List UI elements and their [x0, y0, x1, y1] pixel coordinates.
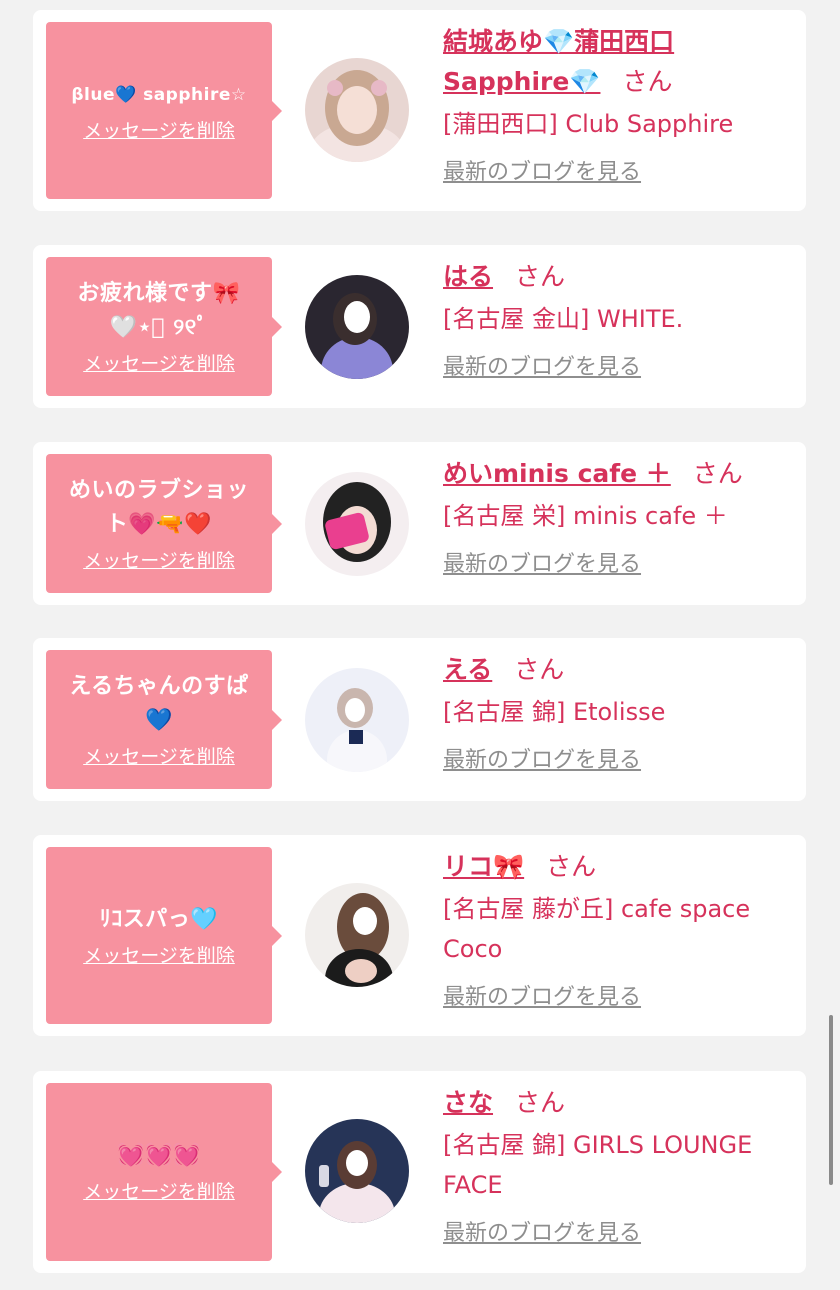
avatar[interactable]: [305, 668, 409, 772]
girl-name-line1[interactable]: 結城あゆ💎蒲田西口: [443, 27, 674, 56]
girl-name-link[interactable]: リコ🎀: [443, 852, 524, 881]
shop-line1: [名古屋 藤が丘] cafe space: [443, 895, 751, 923]
message-bubble: えるちゃんのすぱ 💙 メッセージを削除: [46, 650, 282, 789]
message-text: 💓💓💓: [117, 1143, 201, 1168]
shop-line2: FACE: [443, 1171, 503, 1199]
latest-blog-link[interactable]: 最新のブログを見る: [443, 154, 641, 186]
honorific: さん: [515, 262, 566, 291]
shop-line2: Coco: [443, 935, 503, 963]
delete-message-link[interactable]: メッセージを削除: [83, 943, 235, 969]
delete-message-link[interactable]: メッセージを削除: [83, 118, 235, 144]
avatar[interactable]: [305, 58, 409, 162]
message-line2: 🤍⋆͛ ୨୧ﾟ: [109, 314, 209, 340]
message-text: お疲れ様です🎀 🤍⋆͛ ୨୧ﾟ: [78, 277, 241, 345]
girl-name-link[interactable]: える: [443, 655, 492, 684]
message-line1: えるちゃんのすぱ: [69, 673, 249, 699]
latest-blog-link[interactable]: 最新のブログを見る: [443, 349, 641, 381]
message-line1: お疲れ様です🎀: [77, 280, 241, 306]
delete-message-link[interactable]: メッセージを削除: [83, 1179, 235, 1205]
message-bubble: ﾘｺスパっ🩵 メッセージを削除: [46, 847, 282, 1024]
honorific: さん: [515, 1088, 566, 1117]
message-line2: 💙: [145, 707, 173, 733]
shop-name: [名古屋 錦] GIRLS LOUNGE FACE: [443, 1125, 792, 1205]
message-bubble: お疲れ様です🎀 🤍⋆͛ ୨୧ﾟ メッセージを削除: [46, 257, 282, 396]
honorific: さん: [692, 459, 743, 488]
avatar[interactable]: [305, 275, 409, 379]
message-text: えるちゃんのすぱ 💙: [69, 670, 248, 738]
message-card: えるちゃんのすぱ 💙 メッセージを削除 える さん [名古屋 錦] Etoliss…: [33, 638, 806, 801]
message-bubble: 💓💓💓 メッセージを削除: [46, 1083, 282, 1261]
honorific: さん: [622, 67, 673, 96]
message-text: βlue💙 sapphire☆: [71, 84, 247, 105]
latest-blog-link[interactable]: 最新のブログを見る: [443, 546, 641, 578]
message-text: ﾘｺスパっ🩵: [99, 906, 219, 932]
honorific: さん: [546, 852, 597, 881]
girl-name-line2[interactable]: Sapphire💎: [443, 67, 600, 96]
message-card: ﾘｺスパっ🩵 メッセージを削除 リコ🎀 さん [名古屋 藤が丘] cafe spa…: [33, 835, 806, 1036]
message-card: めいのラブショッ ト💗🔫❤️ メッセージを削除 めいminis cafe ＋ さん…: [33, 442, 806, 605]
message-bubble: βlue💙 sapphire☆ メッセージを削除: [46, 22, 282, 199]
avatar[interactable]: [305, 472, 409, 576]
girl-name-link[interactable]: さな: [443, 1088, 493, 1117]
girl-info: さな さん [名古屋 錦] GIRLS LOUNGE FACE 最新のブログを見る: [443, 1083, 792, 1247]
shop-name: [名古屋 錦] Etolisse: [443, 698, 666, 726]
avatar[interactable]: [305, 1119, 409, 1223]
avatar[interactable]: [305, 883, 409, 987]
shop-name: [名古屋 栄] minis cafe ＋: [443, 502, 728, 530]
message-card: お疲れ様です🎀 🤍⋆͛ ୨୧ﾟ メッセージを削除 はる さん [名古屋 金山] W…: [33, 245, 806, 408]
delete-message-link[interactable]: メッセージを削除: [83, 744, 235, 770]
latest-blog-link[interactable]: 最新のブログを見る: [443, 1215, 641, 1247]
latest-blog-link[interactable]: 最新のブログを見る: [443, 979, 641, 1011]
girl-info: える さん [名古屋 錦] Etolisse 最新のブログを見る: [443, 650, 792, 774]
shop-line1: [名古屋 錦] GIRLS LOUNGE: [443, 1131, 753, 1159]
girl-info: リコ🎀 さん [名古屋 藤が丘] cafe space Coco 最新のブログを見…: [443, 847, 792, 1011]
girl-name-link[interactable]: はる: [443, 262, 493, 291]
shop-name: [名古屋 藤が丘] cafe space Coco: [443, 889, 792, 969]
girl-name-link[interactable]: めいminis cafe ＋: [443, 459, 671, 488]
girl-info: はる さん [名古屋 金山] WHITE. 最新のブログを見る: [443, 257, 792, 381]
scrollbar[interactable]: [829, 1015, 833, 1185]
message-card: βlue💙 sapphire☆ メッセージを削除 結城あゆ💎蒲田西口 Sapphi…: [33, 10, 806, 211]
girl-info: めいminis cafe ＋ さん [名古屋 栄] minis cafe ＋ 最新…: [443, 454, 792, 578]
message-card: 💓💓💓 メッセージを削除 さな さん [名古屋 錦] GIRLS LOUNGE F…: [33, 1071, 806, 1273]
shop-name: [蒲田西口] Club Sapphire: [443, 110, 734, 138]
shop-name: [名古屋 金山] WHITE.: [443, 305, 684, 333]
honorific: さん: [514, 655, 565, 684]
latest-blog-link[interactable]: 最新のブログを見る: [443, 742, 641, 774]
delete-message-link[interactable]: メッセージを削除: [83, 351, 235, 377]
delete-message-link[interactable]: メッセージを削除: [83, 548, 235, 574]
message-line1: めいのラブショッ: [68, 477, 249, 503]
message-text: めいのラブショッ ト💗🔫❤️: [69, 474, 249, 542]
message-bubble: めいのラブショッ ト💗🔫❤️ メッセージを削除: [46, 454, 282, 593]
girl-info: 結城あゆ💎蒲田西口 Sapphire💎 さん [蒲田西口] Club Sapphir…: [443, 22, 792, 186]
message-line2: ト💗🔫❤️: [105, 511, 213, 537]
